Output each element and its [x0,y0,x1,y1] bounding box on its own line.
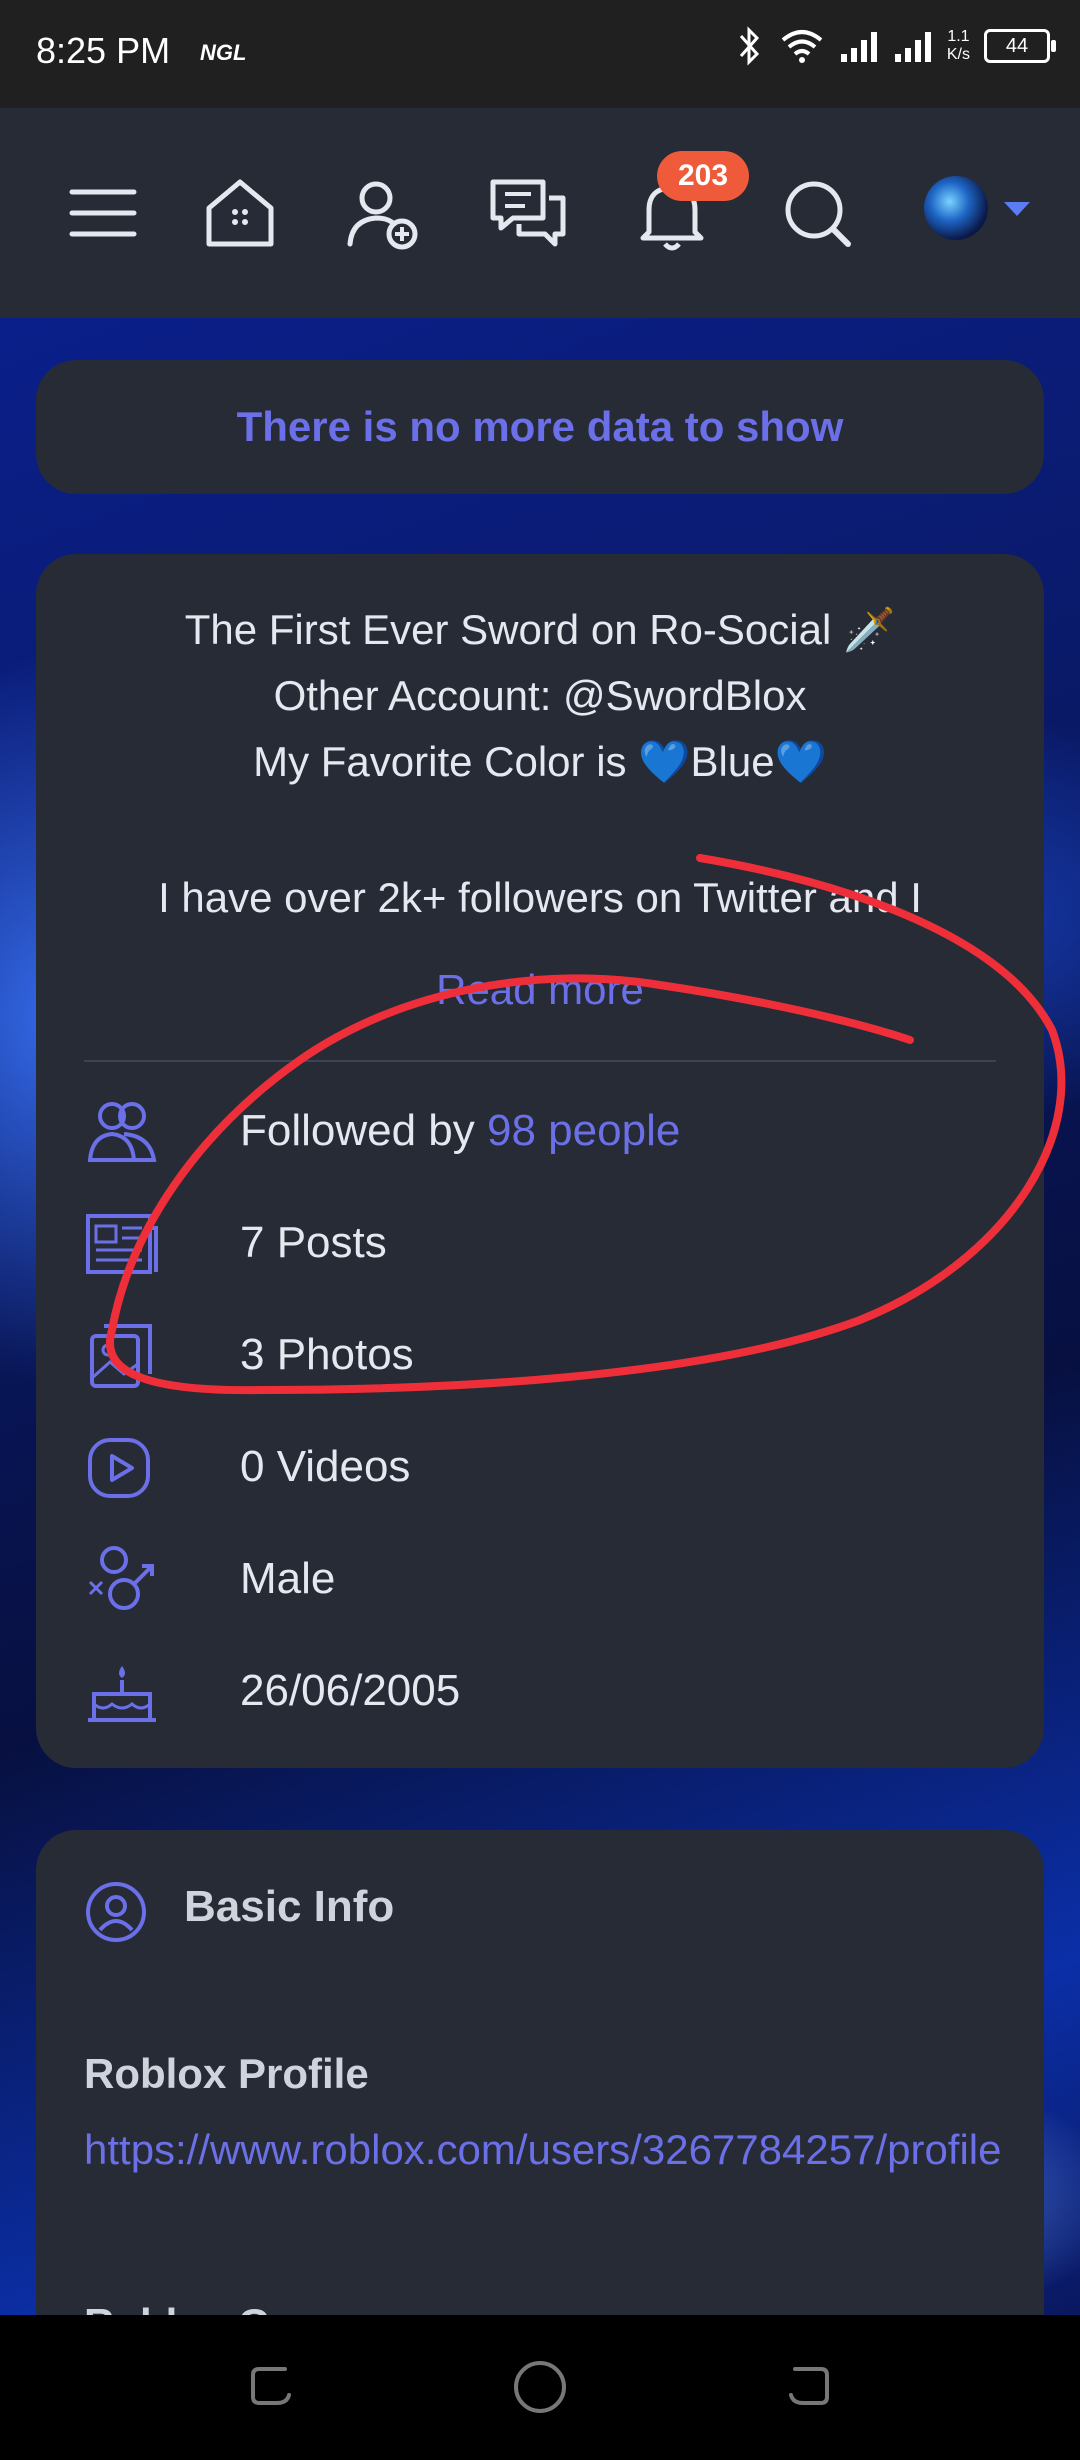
carrier-tag: NGL [200,40,247,65]
divider [84,1060,996,1062]
gender-icon [84,1542,160,1618]
photos-row: 3 Photos [84,1318,996,1408]
video-icon [84,1430,160,1506]
posts-count[interactable]: 7 Posts [240,1218,387,1268]
photos-icon [84,1318,160,1394]
user-circle-icon [86,1882,146,1942]
bio-line: My Favorite Color is 💙Blue💙 [253,738,827,785]
signal-icon-2 [894,32,931,62]
videos-row: 0 Videos [84,1430,996,1520]
read-more-link[interactable]: Read more [36,966,1044,1014]
top-nav [0,108,1080,318]
photos-count[interactable]: 3 Photos [240,1330,414,1380]
about-card: The First Ever Sword on Ro-Social 🗡️ Oth… [36,554,1044,1768]
roblox-profile-link[interactable]: https://www.roblox.com/users/3267784257/… [84,2116,1004,2184]
cake-icon [84,1654,160,1730]
menu-icon[interactable] [58,168,148,258]
battery-indicator: 44 [984,29,1056,63]
net-speed-value: 1.1 [947,28,970,45]
home-button-icon[interactable] [512,2359,568,2415]
followers-link[interactable]: 98 people [487,1106,680,1155]
system-nav-bar [0,2315,1080,2460]
birthday-value: 26/06/2005 [240,1666,461,1715]
birthday-row: 26/06/2005 [84,1654,996,1744]
status-bar: 8:25 PM NGL 1.1 K/s 44 [0,0,1080,108]
add-friend-icon[interactable] [338,168,428,258]
bio-line: Other Account: @SwordBlox [273,672,807,719]
home-icon[interactable] [195,168,285,258]
gender-value: Male [240,1554,336,1603]
roblox-profile-label: Roblox Profile [84,2050,369,2097]
notification-badge: 203 [657,151,749,201]
users-icon [84,1094,160,1170]
bio-line: I have over 2k+ followers on Twitter and… [158,874,922,921]
basic-info-title: Basic Info [184,1882,395,1931]
recents-icon[interactable] [245,2359,297,2411]
status-time: 8:25 PM [36,30,171,71]
bluetooth-icon [739,26,759,66]
followed-by-label: Followed by [240,1106,488,1155]
back-icon[interactable] [783,2359,835,2411]
gender-row: Male [84,1542,996,1632]
status-icons: 1.1 K/s 44 [735,26,1056,66]
messages-icon[interactable] [483,168,573,258]
no-more-data-banner: There is no more data to show [36,360,1044,494]
wifi-icon [781,30,823,63]
net-speed-unit: K/s [946,46,970,63]
bio-line: The First Ever Sword on Ro-Social 🗡️ [184,606,896,653]
signal-icon [840,32,877,62]
search-icon[interactable] [772,168,862,258]
avatar[interactable] [924,176,988,240]
basic-info-card: Basic Info Roblox Profile https://www.ro… [36,1830,1044,2350]
videos-count[interactable]: 0 Videos [240,1442,410,1492]
net-speed: 1.1 K/s [947,28,970,64]
chevron-down-icon[interactable] [1004,202,1030,216]
posts-row: 7 Posts [84,1206,996,1296]
followers-row: Followed by 98 people [84,1094,996,1184]
newspaper-icon [84,1206,160,1282]
